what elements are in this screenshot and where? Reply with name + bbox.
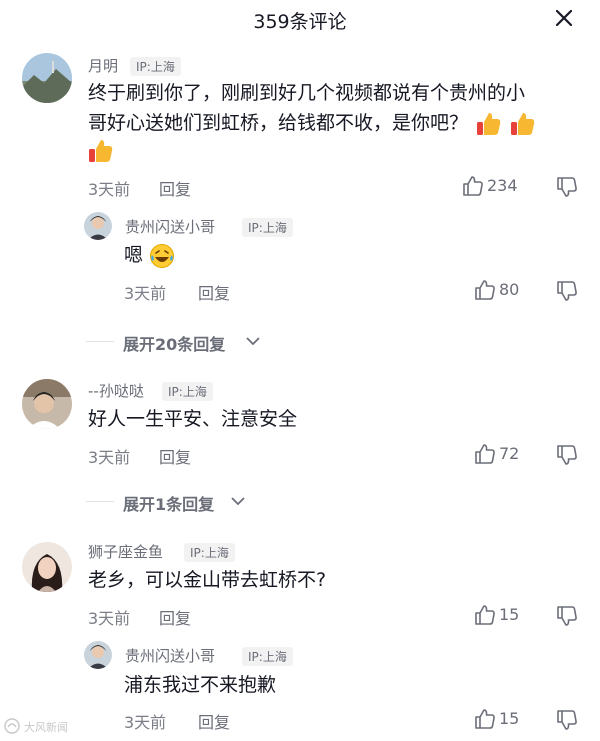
reply-button[interactable]: 回复 [159, 444, 191, 468]
comment-text-line2: 哥好心送她们到虹桥，给钱都不收，是你吧？ [88, 112, 469, 134]
username[interactable]: 贵州闪送小哥 [125, 216, 215, 237]
chevron-down-icon [245, 335, 261, 347]
reply-button[interactable]: 回复 [159, 605, 191, 629]
expand-replies-button[interactable]: 展开1条回复 [123, 491, 214, 515]
like-icon [475, 605, 495, 625]
divider [86, 501, 114, 502]
reply-text-content: 嗯 [124, 244, 144, 266]
reply-button[interactable]: 回复 [198, 709, 230, 733]
username[interactable]: 狮子座金鱼 [88, 541, 163, 562]
like-count: 15 [499, 605, 520, 624]
watermark: 大风新闻 [24, 721, 68, 734]
like-count: 72 [499, 444, 520, 463]
dislike-icon[interactable] [556, 606, 578, 626]
expand-replies-button[interactable]: 展开20条回复 [123, 331, 225, 355]
avatar[interactable] [22, 53, 72, 103]
chevron-down-icon [230, 495, 246, 507]
watermark-logo-icon [4, 718, 20, 734]
comment-text: 老乡，可以金山带去虹桥不? [88, 569, 327, 591]
like-count: 80 [499, 280, 520, 299]
like-icon [475, 709, 495, 729]
ip-tag: IP:上海 [242, 218, 293, 237]
thumbs-up-icon [86, 137, 114, 165]
reply-button[interactable]: 回复 [198, 280, 230, 304]
reply-text: 嗯 [124, 240, 175, 270]
username[interactable]: 贵州闪送小哥 [125, 645, 215, 666]
comments-title: 359条评论 [253, 11, 347, 33]
expand-replies-label: 展开1条回复 [123, 495, 215, 514]
reply-time: 3天前 [124, 713, 167, 732]
like-button[interactable] [474, 709, 496, 729]
comment-time: 3天前 [88, 180, 131, 199]
dislike-icon[interactable] [556, 281, 578, 301]
like-button[interactable] [474, 280, 496, 300]
like-button[interactable] [474, 605, 496, 625]
like-icon [463, 176, 483, 196]
like-button[interactable] [462, 176, 484, 196]
laughing-tears-icon [149, 243, 175, 269]
comment-text: 好人一生平安、注意安全 [88, 408, 298, 430]
dislike-icon[interactable] [556, 710, 578, 730]
reply-text: 浦东我过不来抱歉 [124, 674, 277, 696]
ip-tag: IP:上海 [162, 382, 213, 401]
like-icon [475, 280, 495, 300]
avatar[interactable] [84, 212, 112, 240]
avatar[interactable] [22, 542, 72, 592]
expand-replies-label: 展开20条回复 [123, 335, 226, 354]
dislike-icon[interactable] [556, 445, 578, 465]
username[interactable]: --孙哒哒 [88, 380, 144, 401]
comment-text-line1: 终于刷到你了，刚刷到好几个视频都说有个贵州的小 [88, 82, 526, 104]
comment-time: 3天前 [88, 609, 131, 628]
reply-time: 3天前 [124, 284, 167, 303]
ip-tag: IP:上海 [242, 647, 293, 666]
ip-tag: IP:上海 [130, 57, 181, 76]
thumbs-up-icon [508, 110, 536, 138]
comment-time: 3天前 [88, 448, 131, 467]
like-count: 234 [487, 176, 518, 195]
ip-tag: IP:上海 [184, 543, 235, 562]
dislike-icon[interactable] [556, 177, 578, 197]
username[interactable]: 月明 [88, 55, 118, 76]
comment-text: 哥好心送她们到虹桥，给钱都不收，是你吧？ [88, 108, 598, 138]
thumbs-up-icon [474, 110, 502, 138]
avatar[interactable] [84, 641, 112, 669]
divider [86, 341, 114, 342]
avatar[interactable] [22, 379, 72, 429]
reply-button[interactable]: 回复 [159, 176, 191, 200]
like-count: 15 [499, 709, 520, 728]
close-icon[interactable] [552, 6, 576, 30]
like-icon [475, 444, 495, 464]
like-button[interactable] [474, 444, 496, 464]
